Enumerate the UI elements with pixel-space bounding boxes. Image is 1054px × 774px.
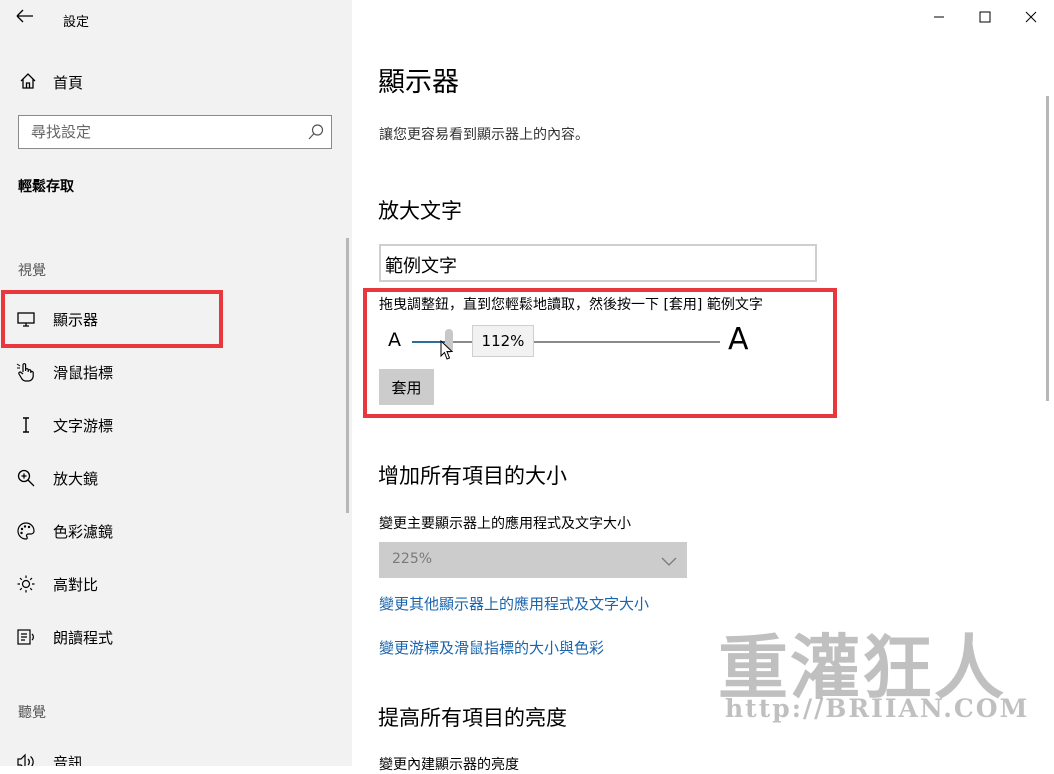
sample-text: 範例文字 [385,256,457,277]
scale-dropdown-value: 225% [392,551,433,567]
sidebar-item-label: 色彩濾鏡 [53,523,114,541]
scale-label: 變更主要顯示器上的應用程式及文字大小 [379,516,631,532]
sidebar-item-mouse-pointer[interactable]: 滑鼠指標 [0,351,340,393]
sidebar-item-high-contrast[interactable]: 高對比 [0,563,340,605]
sidebar-item-color-filters[interactable]: 色彩濾鏡 [0,510,340,552]
sidebar-item-label: 高對比 [53,576,99,594]
minimize-icon[interactable] [916,4,962,30]
section-title-brightness: 提高所有項目的亮度 [378,706,567,730]
search-icon[interactable] [307,123,325,141]
sidebar-item-audio[interactable]: 音訊 [0,741,340,766]
sidebar: 設定 首頁 輕鬆存取 視覺 顯示器 滑鼠指標 文字游標 [0,0,352,766]
sidebar-item-label: 音訊 [53,754,84,766]
scale-dropdown[interactable]: 225% [379,542,687,578]
sidebar-group-vision: 視覺 [18,263,46,279]
annotation-highlight-box [1,290,223,348]
sample-text-preview: 範例文字 [379,244,817,282]
home-icon [19,72,37,90]
sidebar-item-magnifier[interactable]: 放大鏡 [0,457,340,499]
sidebar-item-narrator[interactable]: 朗讀程式 [0,616,340,658]
page-title: 顯示器 [378,67,459,98]
link-cursor-size[interactable]: 變更游標及滑鼠指標的大小與色彩 [379,637,604,658]
main-scrollbar[interactable] [1046,96,1049,401]
sidebar-group-hearing: 聽覺 [18,705,46,721]
watermark-url: http://BRIIAN.COM [725,694,1030,723]
annotation-highlight-box [363,288,837,418]
chevron-down-icon [661,553,677,567]
search-box [18,115,332,149]
sidebar-section-title: 輕鬆存取 [18,179,74,195]
narrator-icon [16,627,36,647]
link-other-displays[interactable]: 變更其他顯示器上的應用程式及文字大小 [379,593,649,614]
sidebar-item-home[interactable]: 首頁 [0,64,352,98]
app-title: 設定 [63,15,90,30]
section-title-scale: 增加所有項目的大小 [378,464,567,488]
magnifier-icon [16,468,36,488]
hand-pointer-icon [16,362,36,382]
sidebar-item-label: 朗讀程式 [53,629,114,647]
page-description: 讓您更容易看到顯示器上的內容。 [379,127,589,143]
sidebar-scrollbar[interactable] [346,238,349,513]
sidebar-item-label: 首頁 [53,74,84,92]
close-icon[interactable] [1008,4,1054,30]
brightness-label: 變更內建顯示器的亮度 [379,757,519,773]
sidebar-item-label: 滑鼠指標 [53,364,114,382]
brightness-icon [16,574,36,594]
search-input[interactable] [31,121,301,143]
maximize-icon[interactable] [962,4,1008,30]
sidebar-item-label: 文字游標 [53,417,114,435]
speaker-icon [16,752,36,766]
palette-icon [16,521,36,541]
text-cursor-icon [16,415,36,435]
section-title-text-size: 放大文字 [378,199,462,223]
back-arrow-icon[interactable] [14,6,36,26]
sidebar-item-label: 放大鏡 [53,470,99,488]
sidebar-item-text-cursor[interactable]: 文字游標 [0,404,340,446]
